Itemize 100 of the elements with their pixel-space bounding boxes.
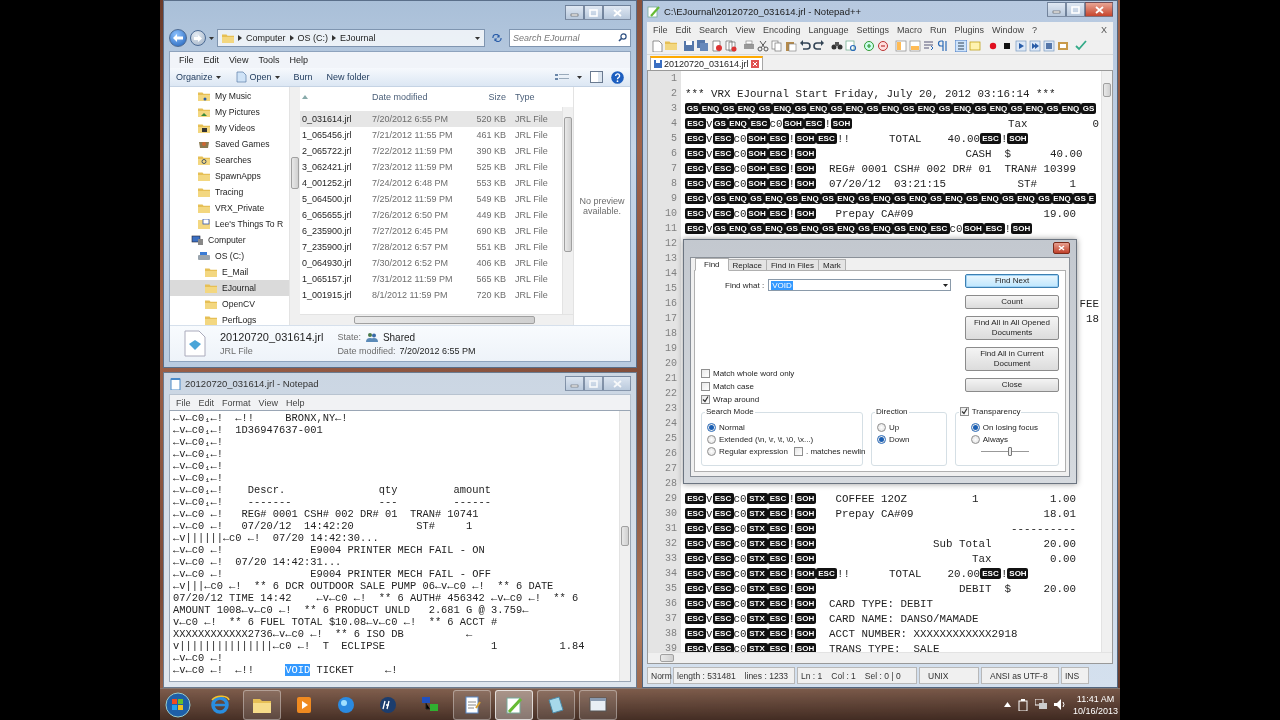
- menu-item[interactable]: Plugins: [950, 25, 989, 35]
- taskbar-button[interactable]: [495, 689, 533, 720]
- menu-item[interactable]: Format: [218, 397, 255, 408]
- menu-item[interactable]: Edit: [194, 397, 219, 408]
- taskbar-button[interactable]: [579, 689, 617, 720]
- checkbox[interactable]: Transparency: [959, 407, 1021, 416]
- file-row[interactable]: 4_001252.jrl 7/24/2012 6:48 PM 553 KB JRL File: [300, 175, 562, 191]
- radio-button[interactable]: [707, 435, 716, 444]
- toolbar-button[interactable]: Burn: [293, 72, 313, 83]
- minimize-button[interactable]: [1047, 2, 1066, 17]
- checkbox[interactable]: Match whole word only: [701, 369, 965, 378]
- zoom-out-icon[interactable]: [877, 40, 889, 52]
- save-macro-icon[interactable]: [1043, 40, 1055, 52]
- wrap-lines-icon[interactable]: [923, 40, 935, 52]
- menu-item[interactable]: File: [172, 397, 195, 408]
- radio-button[interactable]: [877, 435, 886, 444]
- back-button[interactable]: [169, 29, 187, 47]
- speaker-icon[interactable]: [1053, 699, 1066, 710]
- preview-pane-icon[interactable]: [590, 71, 603, 84]
- forward-button[interactable]: [190, 30, 206, 46]
- close-button[interactable]: [1085, 2, 1113, 17]
- breadcrumb[interactable]: Computer: [246, 33, 286, 43]
- new-file-icon[interactable]: [651, 40, 663, 52]
- fast-forward-icon[interactable]: [1029, 40, 1041, 52]
- slider[interactable]: [980, 447, 1029, 456]
- file-row[interactable]: 7_235900.jrl 7/28/2012 6:57 PM 551 KB JRL File: [300, 239, 562, 255]
- help-icon[interactable]: [611, 70, 624, 84]
- battery-icon[interactable]: [1017, 698, 1028, 711]
- tree-item[interactable]: SpawnApps: [170, 168, 289, 184]
- tree-item[interactable]: E_Mail: [170, 264, 289, 280]
- slider-thumb[interactable]: [1007, 447, 1012, 456]
- tree-item[interactable]: VRX_Private: [170, 200, 289, 216]
- network-icon[interactable]: [1034, 699, 1047, 710]
- tab[interactable]: Find: [695, 258, 729, 271]
- menu-item[interactable]: Encoding: [758, 25, 805, 35]
- close-button[interactable]: [603, 5, 631, 20]
- view-options-icon[interactable]: [555, 72, 569, 82]
- menu-item[interactable]: View: [254, 397, 282, 408]
- zoom-in-icon[interactable]: [863, 40, 875, 52]
- maximize-button[interactable]: [1066, 2, 1085, 17]
- pilcrow-icon[interactable]: [937, 40, 949, 52]
- checkbox[interactable]: . matches newlin: [793, 447, 866, 456]
- menu-item[interactable]: Tools: [253, 55, 285, 66]
- menu-item[interactable]: Run: [926, 25, 951, 35]
- tree-item[interactable]: My Pictures: [170, 104, 289, 120]
- search-field[interactable]: Search EJournal: [509, 29, 631, 47]
- tree-item[interactable]: OpenCV: [170, 296, 289, 312]
- menu-item[interactable]: Edit: [198, 55, 225, 66]
- radio-button[interactable]: [707, 423, 716, 432]
- tree-item[interactable]: My Music: [170, 88, 289, 104]
- menu-item[interactable]: Macro: [893, 25, 927, 35]
- taskbar-button[interactable]: [453, 689, 491, 720]
- save-all-icon[interactable]: [697, 40, 709, 52]
- scrollbar-thumb[interactable]: [1103, 83, 1111, 97]
- file-row[interactable]: 0_031614.jrl 7/20/2012 6:55 PM 520 KB JRL File: [300, 111, 562, 127]
- scrollbar[interactable]: [289, 87, 300, 325]
- menu-item[interactable]: File: [649, 25, 672, 35]
- redo-icon[interactable]: [813, 40, 825, 52]
- file-row[interactable]: 5_064500.jrl 7/25/2012 11:59 PM 549 KB JRL File: [300, 191, 562, 207]
- caret-icon[interactable]: [577, 75, 582, 79]
- maximize-button[interactable]: [584, 5, 603, 20]
- menu-item[interactable]: Settings: [852, 25, 894, 35]
- tree-item[interactable]: OS (C:): [170, 248, 289, 264]
- menu-item[interactable]: Window: [988, 25, 1029, 35]
- radio-button[interactable]: [707, 447, 716, 456]
- menu-item[interactable]: ?: [1028, 25, 1042, 35]
- file-row[interactable]: 6_065655.jrl 7/26/2012 6:50 PM 449 KB JRL File: [300, 207, 562, 223]
- checkbox[interactable]: Wrap around: [701, 395, 965, 404]
- scrollbar[interactable]: [562, 107, 573, 314]
- tree-item[interactable]: My Videos: [170, 120, 289, 136]
- record-icon[interactable]: [987, 40, 999, 52]
- scrollbar[interactable]: [300, 314, 573, 325]
- dialog-button[interactable]: Find Next: [965, 274, 1059, 288]
- close-all-icon[interactable]: [725, 40, 737, 52]
- run-icon[interactable]: [1057, 40, 1069, 52]
- file-row[interactable]: 1_001915.jrl 8/1/2012 11:59 PM 720 KB JRL File: [300, 287, 562, 303]
- dialog-button[interactable]: Close: [965, 378, 1059, 392]
- clock[interactable]: 11:41 AM 10/16/2013: [1072, 692, 1118, 717]
- start-button[interactable]: [163, 689, 193, 720]
- binoculars-icon[interactable]: [831, 40, 843, 52]
- minimize-button[interactable]: [565, 5, 584, 20]
- tree-item[interactable]: Computer: [170, 232, 289, 248]
- scissors-icon[interactable]: [757, 40, 769, 52]
- scrollbar[interactable]: [619, 411, 630, 681]
- taskbar-button[interactable]: [537, 689, 575, 720]
- tree-item[interactable]: PerfLogs: [170, 312, 289, 325]
- menu-item[interactable]: View: [224, 55, 254, 66]
- tree-item[interactable]: Lee's Things To R: [170, 216, 289, 232]
- check-mark-icon[interactable]: [1075, 40, 1087, 52]
- column-header[interactable]: Size: [456, 92, 506, 102]
- tree-item[interactable]: Tracing: [170, 184, 289, 200]
- close-button[interactable]: [1053, 241, 1070, 254]
- close-document-button[interactable]: X: [1101, 25, 1113, 35]
- tab[interactable]: Find in Files: [765, 259, 820, 270]
- file-row[interactable]: 1_065456.jrl 7/21/2012 11:55 PM 461 KB JRL File: [300, 127, 562, 143]
- menu-item[interactable]: View: [731, 25, 759, 35]
- file-row[interactable]: 0_064930.jrl 7/30/2012 6:52 PM 406 KB JRL File: [300, 255, 562, 271]
- scrollbar-thumb[interactable]: [621, 526, 629, 546]
- breadcrumb[interactable]: OS (C:): [297, 33, 328, 43]
- file-row[interactable]: 6_235900.jrl 7/27/2012 6:45 PM 690 KB JRL File: [300, 223, 562, 239]
